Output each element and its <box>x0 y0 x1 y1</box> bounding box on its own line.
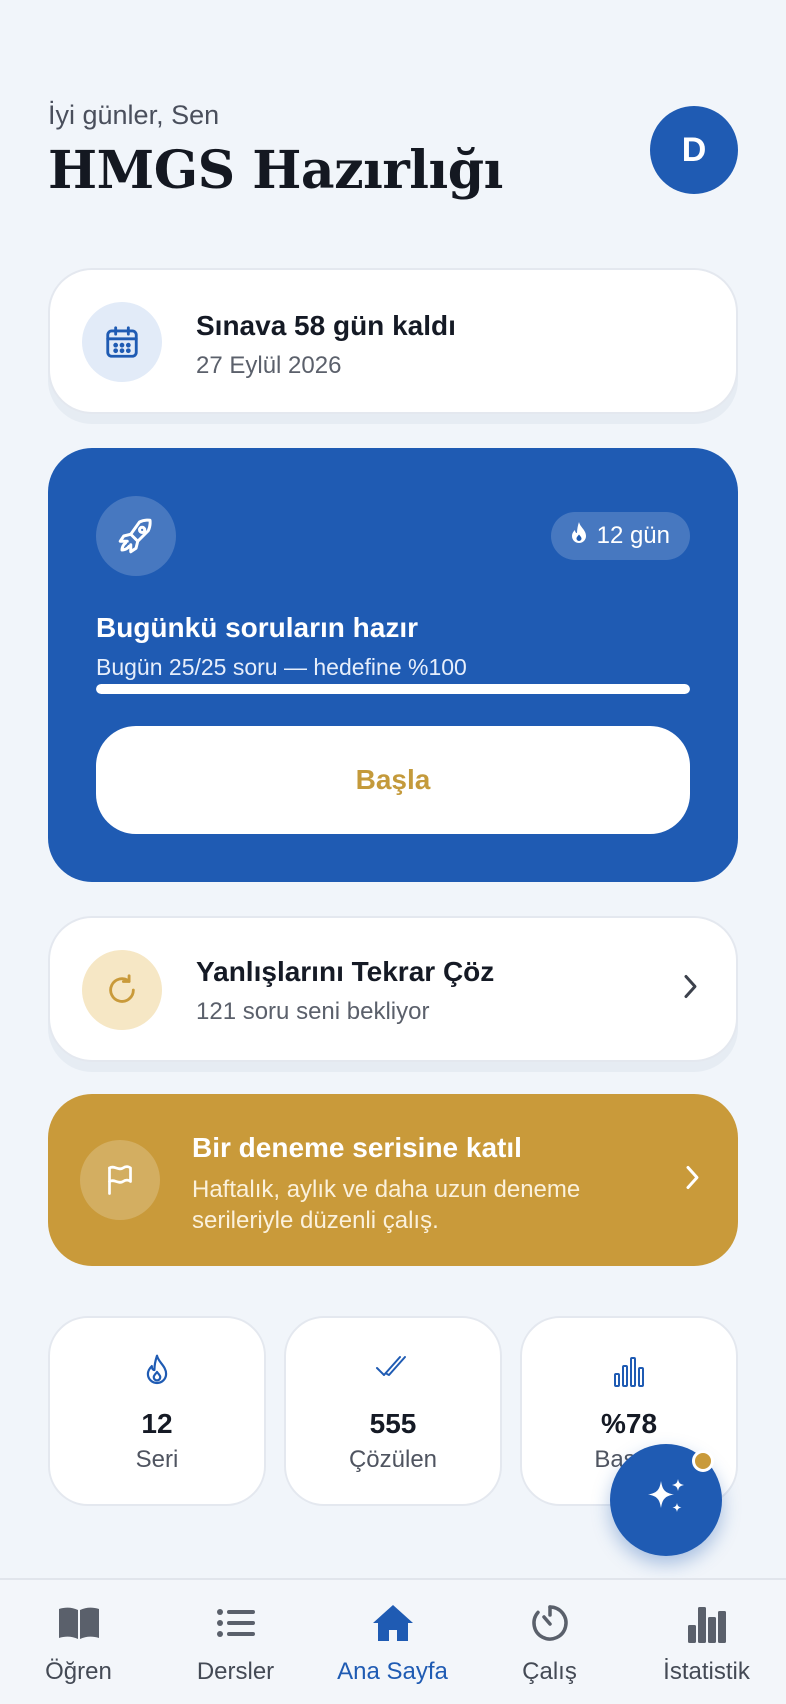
join-series-title: Bir deneme serisine katıl <box>192 1132 522 1163</box>
exam-date: 27 Eylül 2026 <box>196 352 342 379</box>
daily-questions-card: 12 gün Bugünkü soruların hazır Bugün 25/… <box>48 448 738 882</box>
daily-title: Bugünkü soruların hazır <box>96 612 419 643</box>
double-check-icon <box>286 1354 500 1380</box>
daily-progress-bar <box>96 684 690 694</box>
flame-icon <box>50 1354 264 1386</box>
page-title: HMGS Hazırlığı <box>48 140 503 201</box>
nav-item-learn[interactable]: Öğren <box>0 1598 157 1686</box>
flame-icon <box>569 521 589 552</box>
avatar[interactable]: D <box>650 106 738 194</box>
join-series-card[interactable]: Bir deneme serisine katıl Haftalık, aylı… <box>48 1094 738 1266</box>
sparkle-icon <box>639 1471 693 1530</box>
notification-dot <box>692 1450 714 1472</box>
streak-badge: 12 gün <box>550 512 690 560</box>
nav-label-learn: Öğren <box>45 1658 112 1685</box>
nav-label-statistics: İstatistik <box>663 1658 750 1685</box>
flag-icon <box>80 1140 160 1220</box>
review-wrong-subtitle: 121 soru seni bekliyor <box>196 998 430 1025</box>
book-icon <box>0 1598 157 1648</box>
stat-solved-value: 555 <box>369 1408 417 1439</box>
greeting-text: İyi günler, Sen <box>48 100 220 130</box>
chevron-right-icon <box>682 1164 702 1197</box>
exam-countdown-card: Sınava 58 gün kaldı 27 Eylül 2026 <box>48 268 738 414</box>
nav-item-home[interactable]: Ana Sayfa <box>314 1598 471 1686</box>
join-series-subtitle: Haftalık, aylık ve daha uzun deneme seri… <box>192 1176 581 1234</box>
nav-label-home: Ana Sayfa <box>337 1658 448 1685</box>
bottom-navigation: Öğren Dersler Ana Sayfa Çalış İstatistik <box>0 1578 786 1704</box>
list-icon <box>157 1598 314 1648</box>
timer-icon <box>471 1598 628 1648</box>
stat-solved-card: 555 Çözülen <box>284 1316 502 1506</box>
review-wrong-card[interactable]: Yanlışlarını Tekrar Çöz 121 soru seni be… <box>48 916 738 1062</box>
review-wrong-title: Yanlışlarını Tekrar Çöz <box>196 956 495 987</box>
daily-subtitle: Bugün 25/25 soru — hedefine %100 <box>96 654 467 680</box>
bar-chart-icon <box>522 1354 736 1388</box>
exam-countdown-title: Sınava 58 gün kaldı <box>196 310 456 341</box>
stat-streak-value: 12 <box>141 1408 173 1439</box>
retry-icon <box>82 950 162 1030</box>
stat-success-value: %78 <box>600 1408 658 1439</box>
start-button[interactable]: Başla <box>96 726 690 834</box>
nav-item-study[interactable]: Çalış <box>471 1598 628 1686</box>
stat-streak-card: 12 Seri <box>48 1316 266 1506</box>
daily-progress-fill <box>96 684 690 694</box>
nav-item-statistics[interactable]: İstatistik <box>628 1598 785 1686</box>
home-icon <box>314 1598 471 1648</box>
stat-streak-label: Seri <box>135 1446 179 1473</box>
calendar-icon <box>82 302 162 382</box>
nav-label-courses: Dersler <box>196 1658 275 1685</box>
chevron-right-icon <box>680 973 700 1006</box>
nav-item-courses[interactable]: Dersler <box>157 1598 314 1686</box>
stat-solved-label: Çözülen <box>348 1446 438 1473</box>
streak-text: 12 gün <box>596 522 670 549</box>
stats-icon <box>628 1598 785 1648</box>
rocket-icon <box>96 496 176 576</box>
nav-label-study: Çalış <box>522 1658 577 1685</box>
